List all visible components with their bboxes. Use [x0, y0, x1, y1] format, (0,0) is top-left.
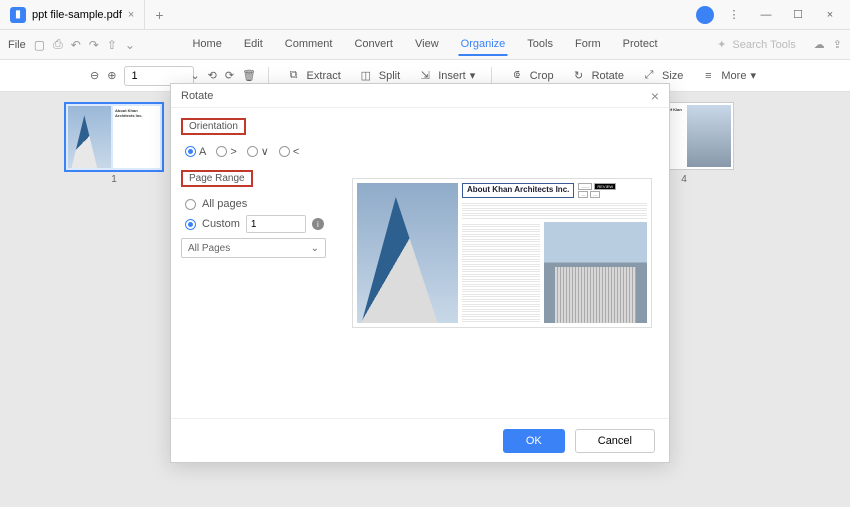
orientation-left-radio[interactable]: < — [279, 146, 299, 158]
menubar: File ▢ ⎙ ↶ ↷ ⇧ ⌄ Home Edit Comment Conve… — [0, 30, 850, 60]
orientation-right-radio[interactable]: > — [216, 146, 236, 158]
custom-radio[interactable] — [185, 219, 196, 230]
tab-view[interactable]: View — [413, 34, 441, 56]
zoom-in-icon[interactable]: ⊕ — [107, 67, 116, 85]
chevron-down-icon: ⌄ — [311, 243, 319, 254]
tab-tools[interactable]: Tools — [525, 34, 555, 56]
tab-protect[interactable]: Protect — [621, 34, 660, 56]
undo-icon[interactable]: ↶ — [71, 38, 81, 52]
cancel-button[interactable]: Cancel — [575, 429, 655, 453]
dialog-close-icon[interactable]: × — [651, 88, 659, 104]
tab-convert[interactable]: Convert — [352, 34, 395, 56]
extract-icon: ⧉ — [285, 67, 303, 85]
orientation-down-radio[interactable]: ∨ — [247, 145, 269, 158]
cloud-icon[interactable]: ☁ — [814, 38, 825, 51]
window-controls: ⋮ — ☐ × — [696, 5, 850, 25]
thumb-label-1: 1 — [64, 174, 164, 185]
all-pages-radio[interactable]: All pages — [185, 198, 336, 210]
tab-organize[interactable]: Organize — [459, 34, 508, 56]
rotate-dialog: Rotate × Orientation A > ∨ < Page Range … — [170, 83, 670, 463]
tab-form[interactable]: Form — [573, 34, 603, 56]
tab-comment[interactable]: Comment — [283, 34, 335, 56]
rotate-left-icon[interactable]: ⟲ — [208, 67, 217, 85]
info-icon[interactable]: i — [312, 218, 324, 230]
document-tab[interactable]: ▮ ppt file-sample.pdf × — [0, 0, 145, 29]
crop-icon: ⟃ — [508, 67, 526, 85]
minimize-button[interactable]: — — [754, 5, 778, 25]
orientation-heading: Orientation — [181, 118, 246, 135]
preview-area: About Khan Architects Inc. ——REVIEW —— — [344, 118, 659, 408]
dialog-options: Orientation A > ∨ < Page Range All pages… — [181, 118, 336, 408]
custom-label: Custom — [202, 218, 240, 230]
pages-filter-select[interactable]: All Pages⌄ — [181, 238, 326, 258]
tab-filename: ppt file-sample.pdf — [32, 9, 122, 21]
more-icon: ≡ — [699, 67, 717, 85]
ribbon-tabs: Home Edit Comment Convert View Organize … — [190, 34, 659, 56]
close-window-button[interactable]: × — [818, 5, 842, 25]
more-button[interactable]: ≡More▾ — [695, 65, 760, 87]
orientation-portrait-radio[interactable]: A — [185, 146, 206, 158]
rotate-icon: ↻ — [570, 67, 588, 85]
share-icon[interactable]: ⇧ — [107, 38, 117, 52]
preview-doc-title: About Khan Architects Inc. — [462, 183, 574, 198]
add-tab-button[interactable]: + — [145, 7, 173, 23]
titlebar: ▮ ppt file-sample.pdf × + ⋮ — ☐ × — [0, 0, 850, 30]
tab-edit[interactable]: Edit — [242, 34, 265, 56]
upload-icon[interactable]: ⇪ — [833, 38, 842, 51]
ok-button[interactable]: OK — [503, 429, 565, 453]
size-icon: ⤢ — [640, 67, 658, 85]
search-tools[interactable]: Search Tools — [732, 39, 795, 51]
save-icon[interactable]: ▢ — [34, 38, 45, 52]
user-avatar-icon[interactable] — [696, 6, 714, 24]
redo-icon[interactable]: ↷ — [89, 38, 99, 52]
dialog-title: Rotate — [181, 90, 213, 102]
preview-page: About Khan Architects Inc. ——REVIEW —— — [352, 178, 652, 328]
rotate-right-icon[interactable]: ⟳ — [225, 67, 234, 85]
chevron-down-icon: ▾ — [750, 69, 756, 82]
insert-icon: ⇲ — [416, 67, 434, 85]
maximize-button[interactable]: ☐ — [786, 5, 810, 25]
file-menu[interactable]: File — [8, 39, 26, 51]
chevron-down-icon: ▾ — [470, 69, 476, 82]
page-dropdown-icon[interactable]: ⌄ — [190, 67, 199, 85]
zoom-out-icon[interactable]: ⊖ — [90, 67, 99, 85]
page-range-heading: Page Range — [181, 170, 253, 187]
close-tab-icon[interactable]: × — [128, 9, 134, 21]
tab-home[interactable]: Home — [190, 34, 223, 56]
print-icon[interactable]: ⎙ — [53, 37, 63, 52]
split-icon: ◫ — [357, 67, 375, 85]
app-icon: ▮ — [10, 7, 26, 23]
kebab-icon[interactable]: ⋮ — [722, 5, 746, 25]
custom-range-input[interactable] — [246, 215, 306, 233]
chevron-down-icon[interactable]: ⌄ — [125, 38, 135, 52]
delete-icon[interactable]: 🗑 — [242, 67, 256, 85]
page-thumbnail-1[interactable]: About Khan Architects Inc. — [64, 102, 164, 172]
wand-icon[interactable]: ✦ — [717, 38, 726, 51]
